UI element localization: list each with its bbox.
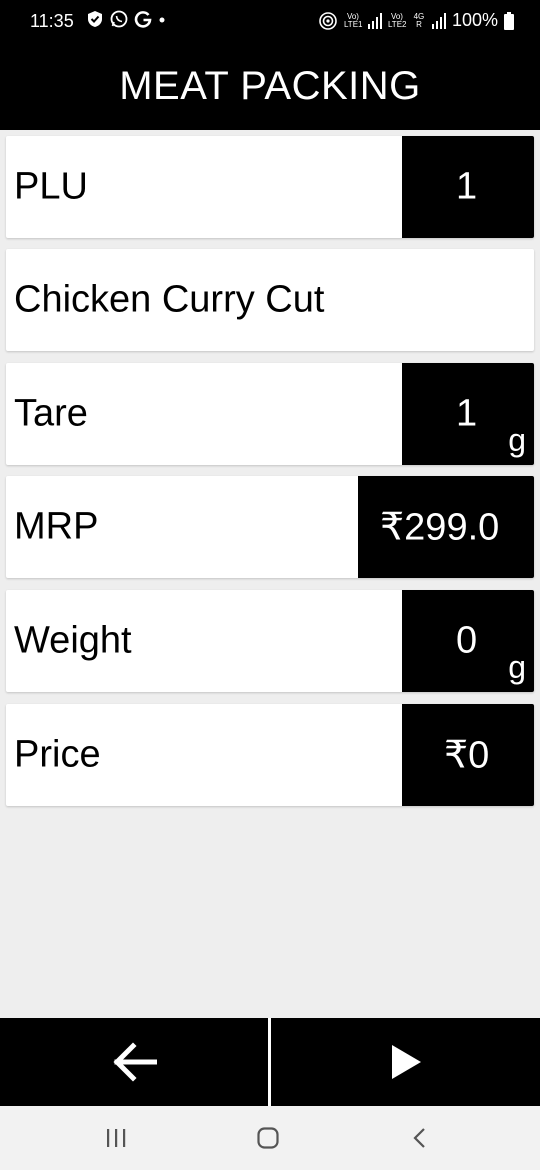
product-name: Chicken Curry Cut bbox=[14, 278, 325, 321]
signal-icon bbox=[367, 12, 382, 29]
whatsapp-icon bbox=[110, 10, 128, 28]
system-back-button[interactable] bbox=[400, 1122, 440, 1154]
page-title: MEAT PACKING bbox=[119, 63, 421, 108]
mrp-value: ₹299.0 bbox=[380, 506, 500, 549]
recent-apps-button[interactable] bbox=[96, 1122, 136, 1154]
hotspot-icon bbox=[319, 11, 337, 30]
sim1-label: Vo) LTE1 bbox=[343, 11, 363, 29]
price-field[interactable]: ₹0 bbox=[402, 704, 534, 806]
tare-field[interactable]: 1 g bbox=[402, 363, 534, 465]
plu-label: PLU bbox=[14, 165, 88, 208]
back-icon bbox=[413, 1128, 425, 1148]
price-value: ₹0 bbox=[444, 734, 490, 777]
recent-apps-icon bbox=[107, 1129, 126, 1147]
google-icon bbox=[134, 11, 152, 28]
system-nav-bar bbox=[0, 1106, 540, 1170]
weight-row: Weight 0 g bbox=[6, 590, 534, 692]
product-name-row[interactable]: Chicken Curry Cut bbox=[6, 249, 534, 351]
weight-field[interactable]: 0 g bbox=[402, 590, 534, 692]
status-bar: 11:35 Vo) LTE1 Vo) LTE2 4G R 100% bbox=[0, 0, 540, 42]
mrp-field[interactable]: ₹299.0 bbox=[358, 476, 534, 578]
tare-value: 1 bbox=[456, 392, 478, 435]
status-left-icons bbox=[86, 10, 166, 28]
plu-field[interactable]: 1 bbox=[402, 136, 534, 238]
next-button[interactable] bbox=[272, 1018, 540, 1106]
network-label: 4G R bbox=[413, 11, 425, 29]
tare-row: Tare 1 g bbox=[6, 363, 534, 465]
footer-bar bbox=[0, 1018, 540, 1106]
signal-icon bbox=[431, 12, 446, 29]
sim2-label: Vo) LTE2 bbox=[387, 11, 407, 29]
status-right-icons: Vo) LTE1 Vo) LTE2 4G R 100% bbox=[318, 10, 514, 31]
tare-label: Tare bbox=[14, 392, 88, 435]
plu-row: PLU 1 bbox=[6, 136, 534, 238]
home-icon bbox=[257, 1127, 279, 1149]
home-button[interactable] bbox=[248, 1122, 288, 1154]
dot-icon bbox=[159, 17, 165, 23]
price-row: Price ₹0 bbox=[6, 704, 534, 806]
weight-label: Weight bbox=[14, 619, 132, 662]
plu-value: 1 bbox=[456, 165, 478, 208]
status-time: 11:35 bbox=[30, 11, 74, 31]
footer-divider bbox=[268, 1018, 271, 1106]
mrp-label: MRP bbox=[14, 505, 99, 548]
weight-value: 0 bbox=[456, 619, 478, 662]
mrp-row: MRP ₹299.0 bbox=[6, 476, 534, 578]
tare-unit: g bbox=[508, 422, 526, 458]
battery-percent: 100% bbox=[451, 10, 498, 30]
app-header: MEAT PACKING bbox=[0, 42, 540, 130]
arrow-left-icon bbox=[113, 1042, 157, 1082]
battery-icon bbox=[504, 11, 514, 30]
back-button[interactable] bbox=[0, 1018, 268, 1106]
price-label: Price bbox=[14, 733, 101, 776]
shield-check-icon bbox=[88, 11, 102, 27]
play-icon bbox=[392, 1045, 421, 1079]
weight-unit: g bbox=[508, 649, 526, 685]
